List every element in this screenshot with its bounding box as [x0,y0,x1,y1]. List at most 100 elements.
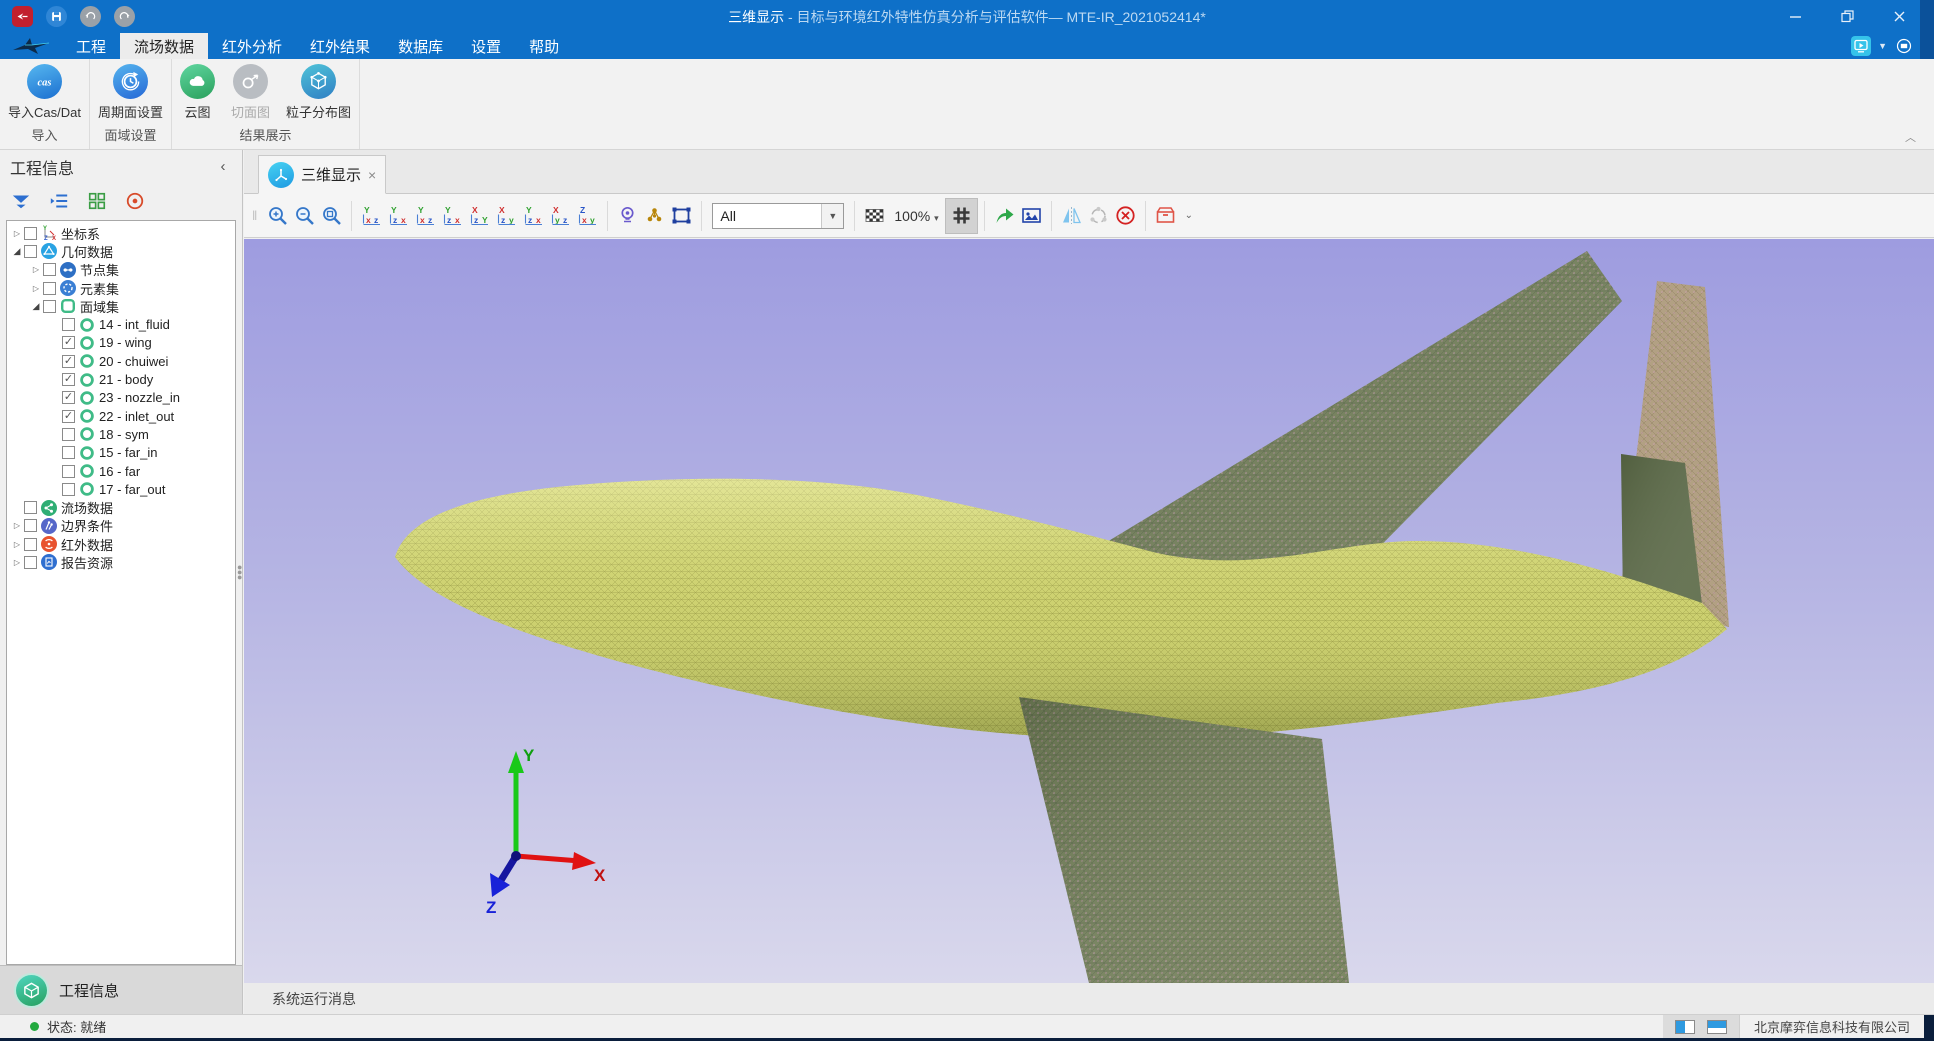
checkerboard-icon[interactable] [861,201,888,230]
layout-left-icon[interactable] [1675,1020,1695,1034]
viewport-3d[interactable]: Y X Z [244,239,1934,983]
tree-row[interactable]: 流场数据 [7,498,235,516]
tree-row[interactable]: ▷节点集 [7,261,235,279]
view-orientation-7-icon[interactable]: Yzx [520,201,547,230]
twisty-collapsed-icon[interactable]: ▷ [11,540,23,549]
combobox-caret-icon[interactable]: ▼ [821,204,843,228]
tree-checkbox[interactable] [62,483,75,496]
tree-checkbox[interactable] [24,519,37,532]
maximize-icon[interactable] [1832,5,1862,29]
splitter-handle[interactable]: ●●● [237,565,243,580]
tree-row[interactable]: 16 - far [7,462,235,480]
view-orientation-9-icon[interactable]: Zxy [574,201,601,230]
tree-row[interactable]: ◢几何数据 [7,242,235,260]
tree-checkbox[interactable] [43,263,56,276]
app-icon[interactable] [12,6,33,27]
mirror-icon[interactable] [1058,201,1085,230]
view-orientation-2-icon[interactable]: Yzx [385,201,412,230]
list-icon[interactable] [48,190,70,212]
target-icon[interactable] [124,190,146,212]
tree-checkbox[interactable] [62,446,75,459]
share-arrow-icon[interactable] [991,201,1018,230]
view-orientation-8-icon[interactable]: Xyz [547,201,574,230]
tree-row[interactable]: ▷红外数据 [7,535,235,553]
tab-3d-view[interactable]: 三维显示 × [258,155,386,194]
toolbar-drag-handle[interactable]: ‖ [252,208,258,223]
select-box-icon[interactable] [668,201,695,230]
menu-item-idle[interactable]: 设置 [457,33,515,59]
twisty-collapsed-icon[interactable]: ▷ [11,558,23,567]
tree-checkbox[interactable]: ✓ [62,391,75,404]
package-icon[interactable] [1152,201,1179,230]
ribbon-button[interactable]: 粒子分布图 [286,64,351,125]
view-orientation-1-icon[interactable]: Yxz [358,201,385,230]
tree-checkbox[interactable] [62,465,75,478]
filter-icon[interactable] [10,190,32,212]
undo-icon[interactable] [80,6,101,27]
tree-checkbox[interactable] [43,300,56,313]
tree-checkbox[interactable]: ✓ [62,355,75,368]
ribbon-button[interactable]: cas导入Cas/Dat [8,64,81,125]
layout-top-icon[interactable] [1707,1020,1727,1034]
grid-icon[interactable] [86,190,108,212]
zoom-fit[interactable] [318,201,345,230]
tree-row[interactable]: ✓21 - body [7,370,235,388]
tree-row[interactable]: ✓23 - nozzle_in [7,389,235,407]
view-orientation-3-icon[interactable]: Yxz [412,201,439,230]
tree-row[interactable]: 17 - far_out [7,480,235,498]
ribbon-collapse-icon[interactable]: ︿ [1905,129,1916,145]
twisty-collapsed-icon[interactable]: ▷ [11,229,23,238]
zoom-level[interactable]: 100% ▾ [894,208,938,224]
twisty-collapsed-icon[interactable]: ▷ [30,284,42,293]
tree-row[interactable]: 18 - sym [7,425,235,443]
screenshot-icon[interactable] [1018,201,1045,230]
menu-item-idle[interactable]: 工程 [62,33,120,59]
tree-checkbox[interactable]: ✓ [62,410,75,423]
tree-checkbox[interactable] [62,318,75,331]
close-icon[interactable] [1884,5,1914,29]
tree-row[interactable]: ✓19 - wing [7,334,235,352]
minimize-icon[interactable] [1780,5,1810,29]
tree-checkbox[interactable] [62,428,75,441]
panel-collapse-icon[interactable]: ‹ [214,158,232,175]
menu-item-idle[interactable]: 红外结果 [296,33,384,59]
redo-icon[interactable] [114,6,135,27]
tree-row[interactable]: 15 - far_in [7,444,235,462]
sync-icon[interactable] [1085,201,1112,230]
tree-row[interactable]: ▷报告资源 [7,553,235,571]
twisty-collapsed-icon[interactable]: ▷ [30,265,42,274]
panel-bottom-bar[interactable]: 工程信息 [0,965,242,1014]
probe-icon[interactable] [614,201,641,230]
grid9-icon[interactable] [945,198,978,234]
display-filter-combobox[interactable]: All ▼ [712,203,844,229]
menu-item-idle[interactable]: 红外分析 [208,33,296,59]
tab-close-icon[interactable]: × [368,167,376,183]
tree-row[interactable]: ▷边界条件 [7,517,235,535]
tree-row[interactable]: ◢面域集 [7,297,235,315]
zoom-out[interactable] [291,201,318,230]
menu-item-idle[interactable]: 帮助 [515,33,573,59]
tree-checkbox[interactable] [43,282,56,295]
twisty-expanded-icon[interactable]: ◢ [30,301,42,312]
menu-item-idle[interactable]: 数据库 [384,33,457,59]
ribbon-button[interactable]: 周期面设置 [98,64,163,125]
tree-checkbox[interactable] [24,227,37,240]
tree-row[interactable]: ✓20 - chuiwei [7,352,235,370]
zoom-in[interactable] [264,201,291,230]
particles-view-icon[interactable] [641,201,668,230]
view-orientation-6-icon[interactable]: Xzy [493,201,520,230]
display-toggle-icon[interactable] [1851,36,1871,56]
ribbon-button[interactable]: 云图 [180,64,215,125]
tree-checkbox[interactable] [24,245,37,258]
twisty-expanded-icon[interactable]: ◢ [11,246,23,257]
record-icon[interactable] [1894,36,1914,56]
display-toggle-caret-icon[interactable]: ▼ [1878,41,1887,51]
tree-row[interactable]: ▷YZX坐标系 [7,224,235,242]
tree-checkbox[interactable]: ✓ [62,336,75,349]
tree-row[interactable]: 14 - int_fluid [7,315,235,333]
tree-checkbox[interactable] [24,538,37,551]
tree-checkbox[interactable] [24,501,37,514]
tree-checkbox[interactable] [24,556,37,569]
twisty-collapsed-icon[interactable]: ▷ [11,521,23,530]
tree-checkbox[interactable]: ✓ [62,373,75,386]
